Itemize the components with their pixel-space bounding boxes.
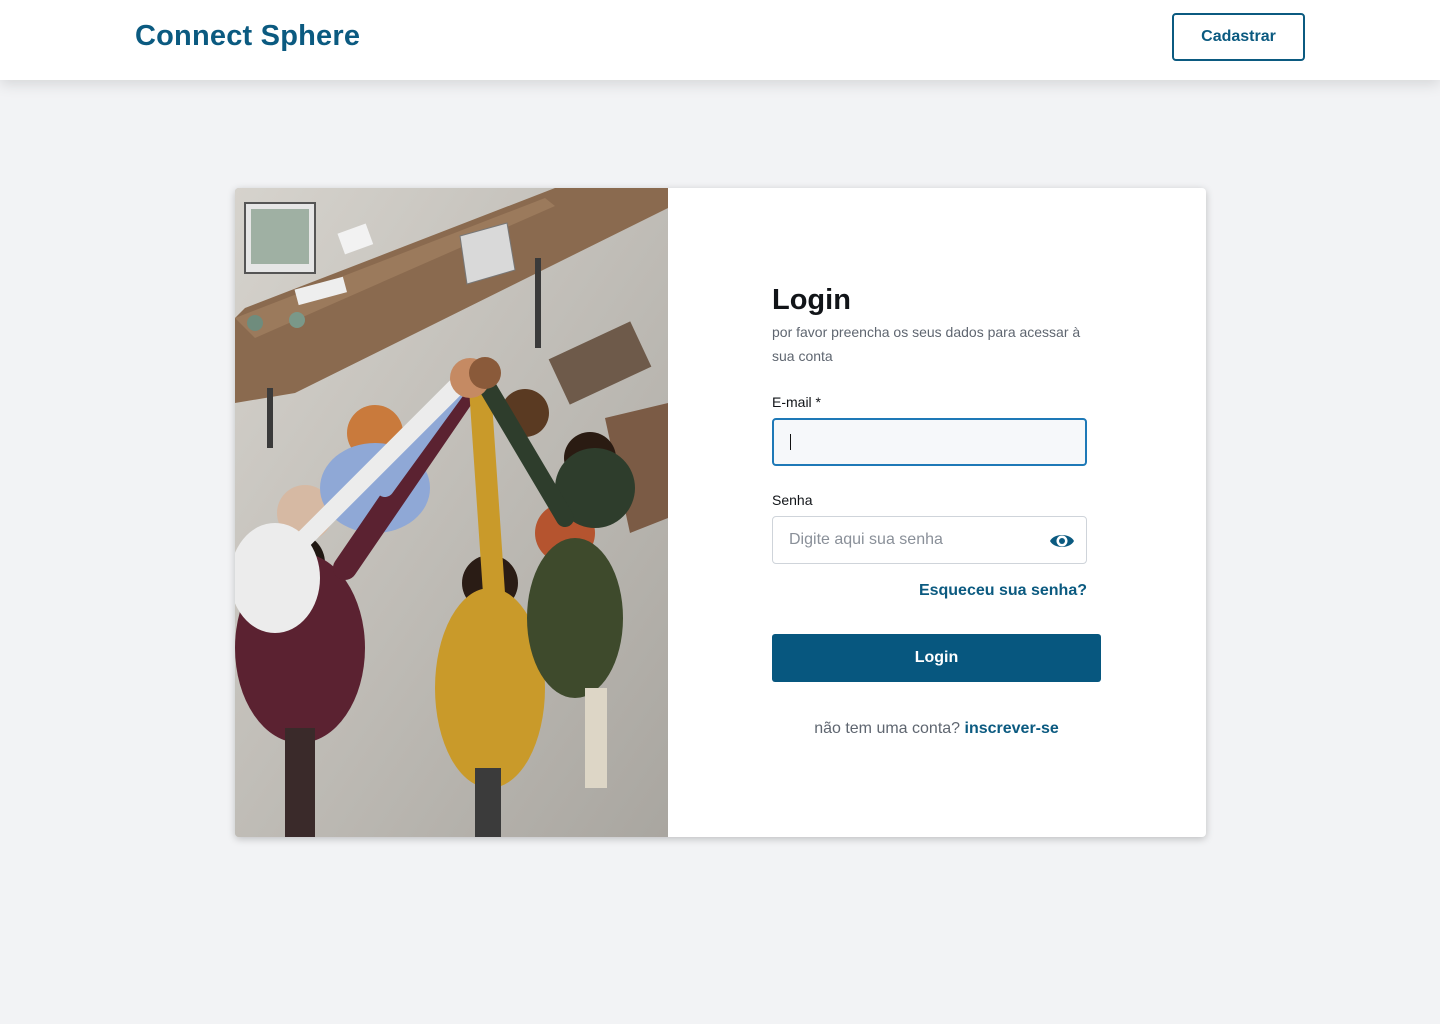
- team-photo: [235, 188, 668, 837]
- login-form: Login por favor preencha os seus dados p…: [772, 188, 1112, 837]
- eye-icon[interactable]: [1048, 529, 1076, 553]
- signup-prompt: não tem uma conta? inscrever-se: [772, 720, 1101, 738]
- password-label: Senha: [772, 492, 813, 508]
- top-navigation-bar: Connect Sphere Cadastrar: [0, 0, 1440, 80]
- signup-button[interactable]: Cadastrar: [1172, 13, 1305, 61]
- text-caret: [790, 434, 791, 450]
- login-title: Login: [772, 284, 851, 316]
- register-link[interactable]: inscrever-se: [965, 720, 1059, 737]
- login-subtitle: por favor preencha os seus dados para ac…: [772, 324, 1081, 364]
- login-card: Login por favor preencha os seus dados p…: [235, 188, 1206, 837]
- password-field[interactable]: Digite aqui sua senha: [772, 516, 1087, 564]
- brand-logo-text[interactable]: Connect Sphere: [135, 20, 360, 53]
- email-label: E-mail *: [772, 394, 822, 410]
- email-field[interactable]: [772, 418, 1087, 466]
- no-account-text: não tem uma conta?: [814, 720, 961, 737]
- login-button[interactable]: Login: [772, 634, 1101, 682]
- forgot-password-link[interactable]: Esqueceu sua senha?: [919, 582, 1087, 600]
- password-placeholder: Digite aqui sua senha: [789, 531, 943, 548]
